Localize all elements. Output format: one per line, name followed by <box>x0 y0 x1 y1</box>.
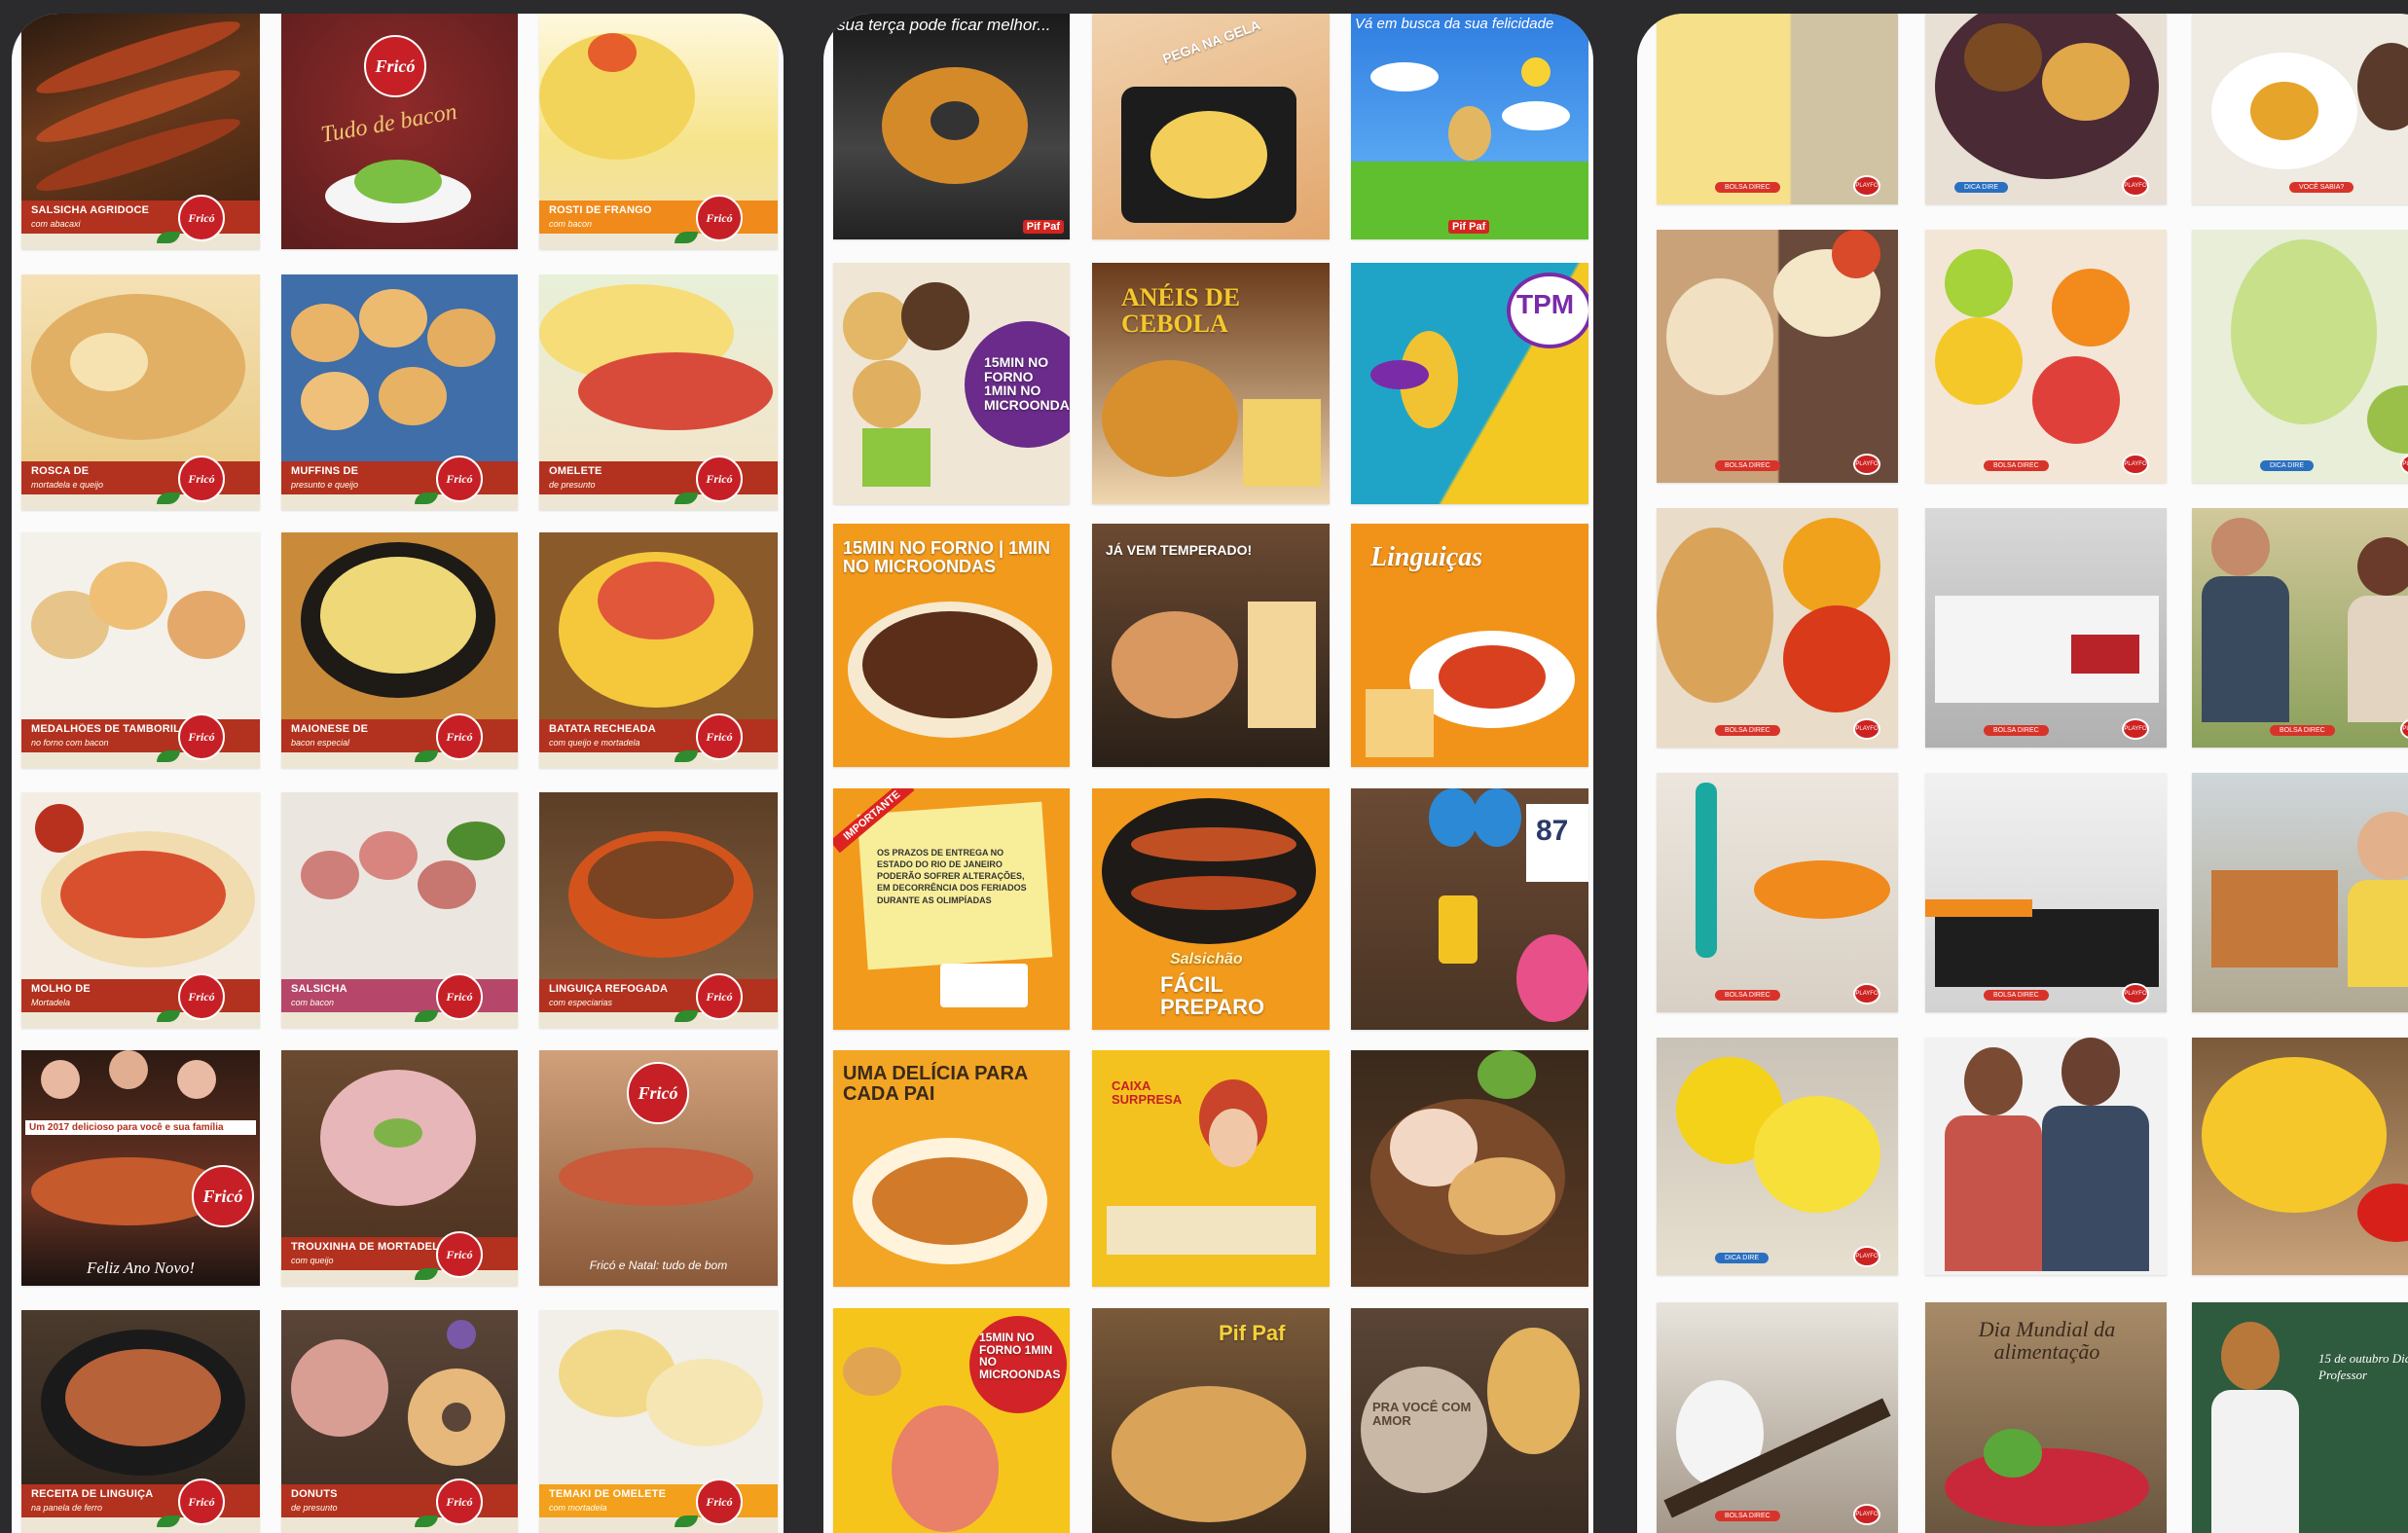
post-corrida-87[interactable]: 87 <box>1351 788 1588 1030</box>
post-caixa-surpresa[interactable]: CAIXA SURPRESA <box>1092 1050 1330 1287</box>
post-aviso-olimpiadas[interactable]: IMPORTANTE OS PRAZOS DE ENTREGA NO ESTAD… <box>833 788 1070 1030</box>
professor-text: 15 de outubro Dia do Professor <box>2318 1351 2408 1382</box>
post-trouxinha[interactable]: TROUXINHA DE MORTADELA com queijo Fricó <box>281 1050 518 1286</box>
frico-logo: Fricó <box>364 35 426 97</box>
post-molho-de-mortadela[interactable]: MOLHO DE Mortadela Fricó <box>21 792 260 1028</box>
new-year-caption: Feliz Ano Novo! <box>86 1259 196 1277</box>
post-wraps-pure[interactable]: BOLSA DIREC PLAYFO <box>1657 230 1898 483</box>
post-tudo-de-bacon[interactable]: Fricó Tudo de bacon <box>281 14 518 249</box>
post-cozinha-moderna[interactable]: BOLSA DIREC PLAYFO <box>1925 773 2167 1012</box>
post-onion-ring[interactable]: sua terça pode ficar melhor... Pif Paf <box>833 14 1070 239</box>
post-muffins[interactable]: MUFFINS DE presunto e queijo Fricó <box>281 274 518 510</box>
post-limao[interactable]: DICA DIRE PLAYFO <box>1657 1038 1898 1275</box>
post-linguica-refogada[interactable]: LINGUIÇA REFOGADA com especiarias Fricó <box>539 792 778 1028</box>
post-rosti-de-frango[interactable]: ROSTI DE FRANGO com bacon Fricó <box>539 14 778 249</box>
post-ja-vem-temperado[interactable]: JÁ VEM TEMPERADO! <box>1092 524 1330 767</box>
post-linguicas[interactable]: Linguiças <box>1351 524 1588 767</box>
post-maionese[interactable]: MAIONESE DE bacon especial Fricó <box>281 532 518 768</box>
post-15min-forno-2[interactable]: 15MIN NO FORNO | 1MIN NO MICROONDAS <box>833 524 1070 767</box>
gallery-card-pifpaf: sua terça pode ficar melhor... Pif Paf P… <box>823 14 1593 1533</box>
post-pra-voce-com-amor[interactable]: PRA VOCÊ COM AMOR <box>1351 1308 1588 1533</box>
aviso-text: OS PRAZOS DE ENTREGA NO ESTADO DO RIO DE… <box>877 848 1027 905</box>
post-rosca-de-mortadela[interactable]: ROSCA DE mortadela e queijo Fricó <box>21 274 260 510</box>
post-batata-recheada[interactable]: BATATA RECHEADA com queijo e mortadela Fr… <box>539 532 778 768</box>
post-temaki[interactable]: TEMAKI DE OMELETE com mortadela Fricó <box>539 1310 778 1533</box>
post-frango-grelhado[interactable] <box>1351 1050 1588 1287</box>
post-tpm[interactable]: TPM <box>1351 263 1588 504</box>
post-dia-do-professor[interactable]: 15 de outubro Dia do Professor <box>2192 1302 2408 1533</box>
post-livros-crianca[interactable] <box>2192 773 2408 1012</box>
new-year-banner: Um 2017 delicioso para você e sua famíli… <box>25 1120 256 1135</box>
post-voce-sabia[interactable]: VOCÊ SABIA? <box>2192 14 2408 204</box>
natal-caption: Fricó e Natal: tudo de bom <box>589 1259 728 1272</box>
post-receita-de-linguica[interactable]: RECEITA DE LINGUIÇA na panela de ferro Fr… <box>21 1310 260 1533</box>
post-pratos-escorredor[interactable]: BOLSA DIREC PLAYFO <box>1657 1302 1898 1533</box>
post-dia-dos-pais[interactable]: UMA DELÍCIA PARA CADA PAI <box>833 1050 1070 1287</box>
post-donuts[interactable]: DONUTS de presunto Fricó <box>281 1310 518 1533</box>
post-massa[interactable]: BOLSA DIREC PLAYFO <box>1657 14 1898 204</box>
post-15min-forno-1[interactable]: 15MIN NO FORNO 1MIN NO MICROONDAS <box>833 263 1070 504</box>
frico-badge: Fricó <box>178 195 225 241</box>
post-batata-frita[interactable] <box>2192 1038 2408 1275</box>
post-pega-na-gela[interactable]: PEGA NA GELA <box>1092 14 1330 239</box>
post-feliz-ano-novo[interactable]: Um 2017 delicioso para você e sua famíli… <box>21 1050 260 1286</box>
gallery-card-frico: SALSICHA AGRIDOCE com abacaxi Fricó Fricó… <box>12 14 784 1533</box>
alimentacao-title: Dia Mundial da alimentação <box>1978 1317 2116 1365</box>
post-natal-frico[interactable]: Fricó Fricó e Natal: tudo de bom <box>539 1050 778 1286</box>
post-omelete[interactable]: OMELETE de presunto Fricó <box>539 274 778 510</box>
post-salsichao[interactable]: Salsichão FÁCIL PREPARO <box>1092 788 1330 1030</box>
post-salsicha-agridoce[interactable]: SALSICHA AGRIDOCE com abacaxi Fricó <box>21 14 260 249</box>
post-pifpaf-salgados[interactable]: Pif Paf <box>1092 1308 1330 1533</box>
post-chefs[interactable] <box>1925 1038 2167 1275</box>
post-15min-forno-3[interactable]: 15MIN NO FORNO 1MIN NO MICROONDAS <box>833 1308 1070 1533</box>
post-carne-batatas[interactable]: DICA DIRE PLAYFO <box>1925 14 2167 204</box>
post-medalhoes[interactable]: MEDALHÕES DE TAMBORIL no forno com bacon … <box>21 532 260 768</box>
post-casal-mercado[interactable]: BOLSA DIRECPLAYFO <box>2192 508 2408 748</box>
post-suco-verde[interactable]: DICA DIREPLAYFO <box>2192 230 2408 483</box>
post-canelone-pimentao[interactable]: BOLSA DIREC PLAYFO <box>1657 508 1898 748</box>
post-felicidade[interactable]: Vá em busca da sua felicidade Pif Paf <box>1351 14 1588 239</box>
post-dia-mundial-alimentacao[interactable]: Dia Mundial da alimentação <box>1925 1302 2167 1533</box>
gallery-card-playfo: BOLSA DIREC PLAYFO DICA DIRE PLAYFO VOCÊ S… <box>1637 14 2408 1533</box>
post-cozinha-gaveta[interactable]: BOLSA DIREC PLAYFO <box>1925 508 2167 748</box>
post-aneis-de-cebola[interactable]: ANÉIS DE CEBOLA <box>1092 263 1330 504</box>
post-frutas-citricas[interactable]: BOLSA DIREC PLAYFO <box>1925 230 2167 483</box>
post-salsicha-com-bacon[interactable]: SALSICHA com bacon Fricó <box>281 792 518 1028</box>
post-concha-verde[interactable]: BOLSA DIREC PLAYFO <box>1657 773 1898 1012</box>
